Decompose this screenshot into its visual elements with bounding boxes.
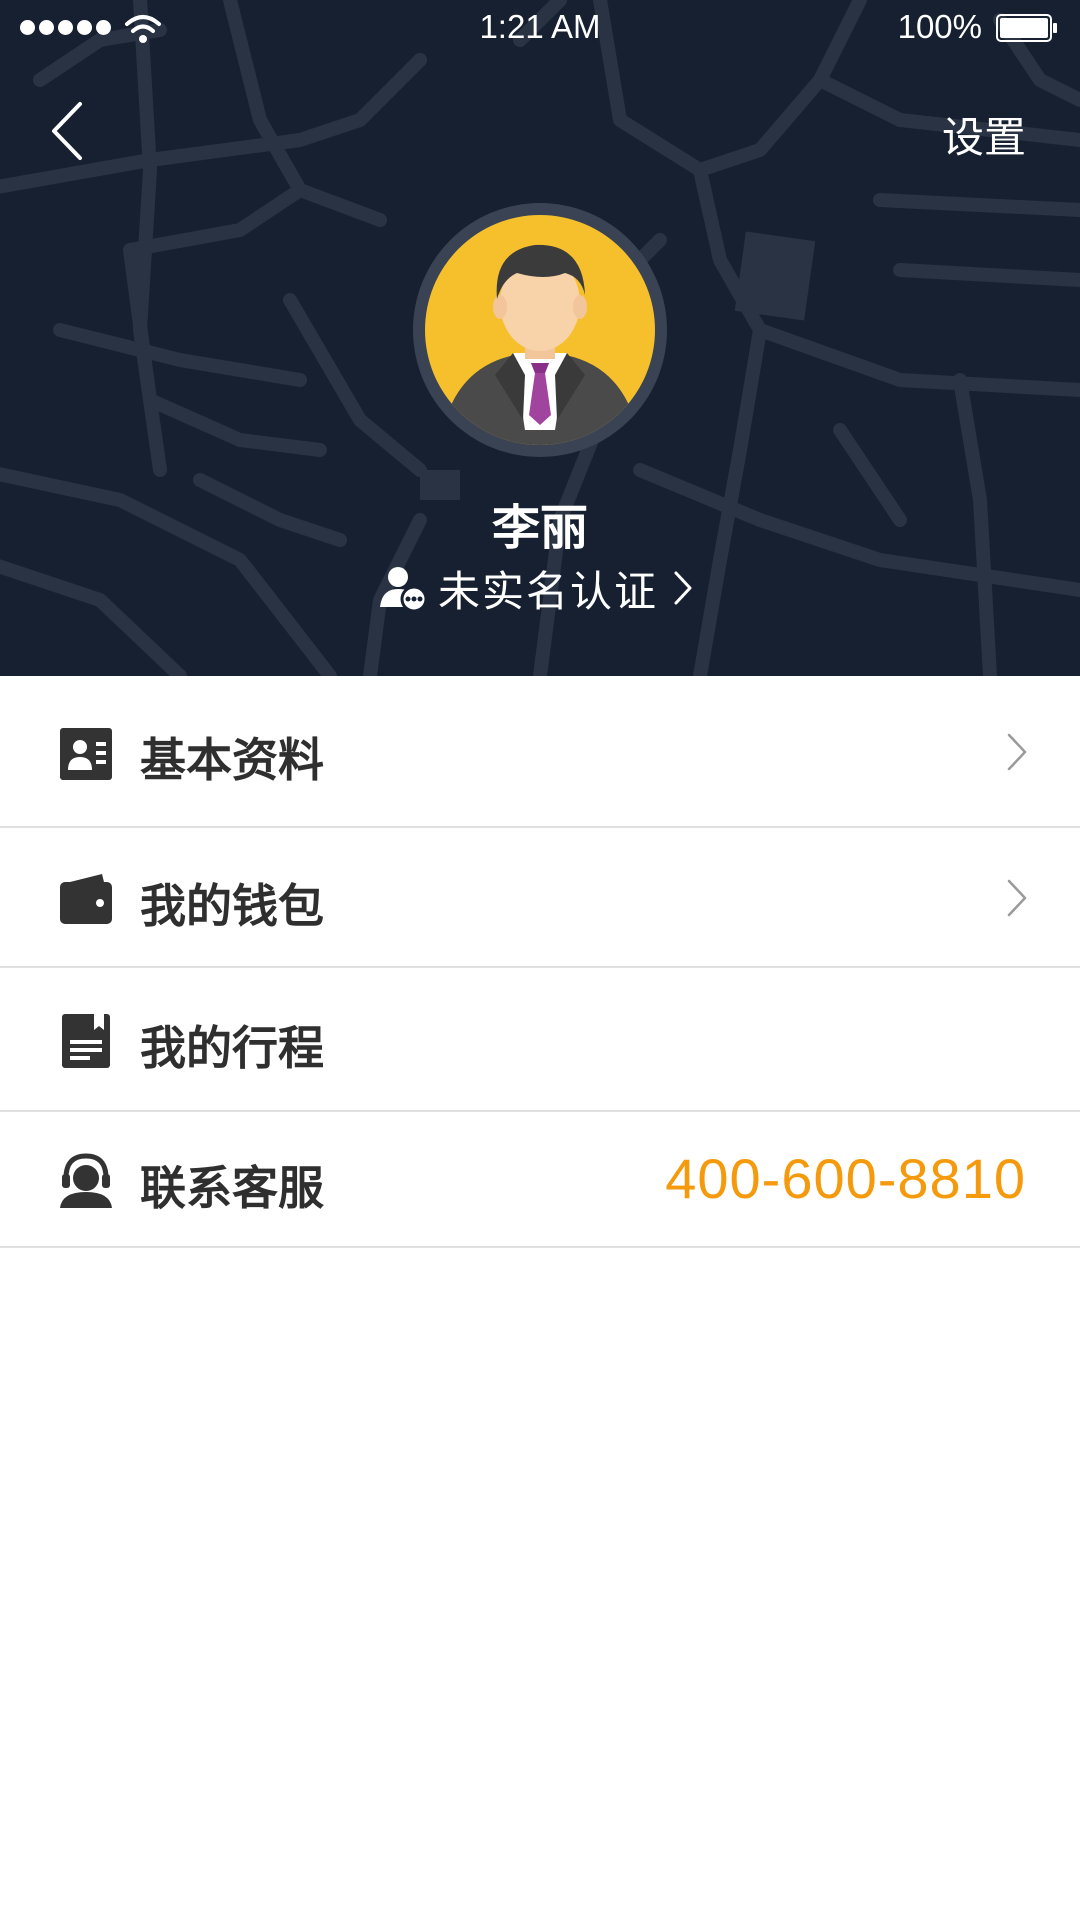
chevron-right-icon <box>1007 879 1027 917</box>
menu-item-basic-info[interactable]: 基本资料 <box>0 676 1080 828</box>
menu-item-customer-service[interactable]: 联系客服 400-600-8810 <box>0 1112 1080 1248</box>
settings-button[interactable]: 设置 <box>942 104 1026 165</box>
profile-page: 1:21 AM 100% 设置 李丽 未实名认证 基本资料 我的钱包 我的行程 … <box>0 0 1080 1920</box>
status-bar: 1:21 AM 100% <box>0 0 1080 56</box>
avatar[interactable] <box>425 215 655 445</box>
battery-percent: 100% <box>897 8 982 45</box>
menu-item-label: 我的钱包 <box>140 879 324 933</box>
businessman-avatar-icon <box>447 244 633 445</box>
wallet-icon <box>60 874 112 924</box>
itinerary-doc-icon <box>62 1014 110 1068</box>
chevron-right-icon <box>674 571 692 605</box>
battery-icon <box>996 14 1057 42</box>
profile-header: 1:21 AM 100% 设置 李丽 未实名认证 <box>0 0 1080 676</box>
verification-label: 未实名认证 <box>438 566 659 616</box>
service-phone-number[interactable]: 400-600-8810 <box>665 1146 1026 1211</box>
menu-item-wallet[interactable]: 我的钱包 <box>0 828 1080 968</box>
menu-item-label: 联系客服 <box>140 1161 324 1215</box>
profile-card-icon <box>60 728 112 780</box>
menu-item-itinerary[interactable]: 我的行程 <box>0 968 1080 1112</box>
profile-menu: 基本资料 我的钱包 我的行程 联系客服 400-600-8810 <box>0 676 1080 1248</box>
menu-item-label: 基本资料 <box>140 733 324 787</box>
customer-service-icon <box>60 1153 112 1208</box>
menu-item-label: 我的行程 <box>140 1021 324 1075</box>
chevron-right-icon <box>1007 733 1027 771</box>
back-button[interactable] <box>44 98 94 164</box>
user-name: 李丽 <box>491 500 588 556</box>
chevron-left-icon <box>52 102 82 160</box>
verification-link[interactable]: 未实名认证 <box>378 560 694 616</box>
user-pending-icon <box>380 567 428 613</box>
